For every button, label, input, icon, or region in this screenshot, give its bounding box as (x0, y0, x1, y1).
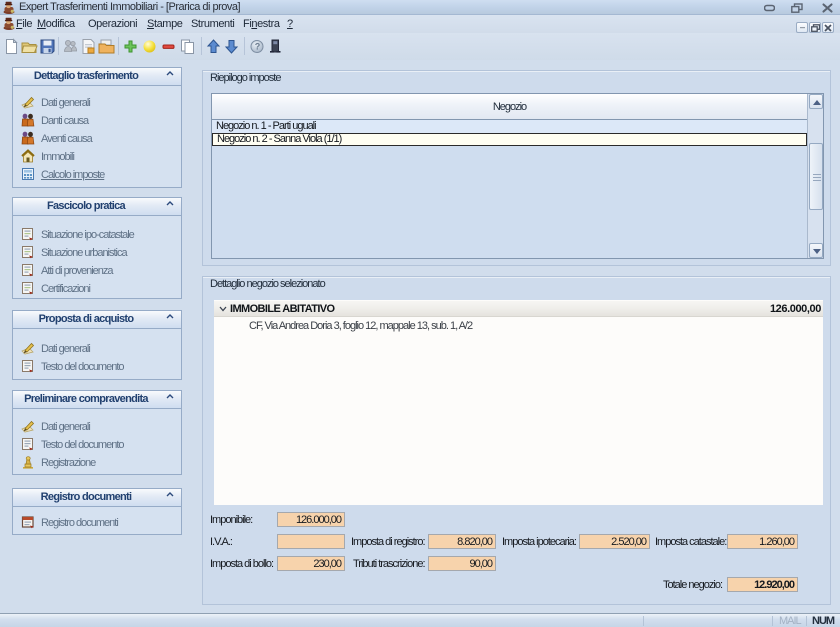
svg-text:?: ? (255, 42, 260, 52)
